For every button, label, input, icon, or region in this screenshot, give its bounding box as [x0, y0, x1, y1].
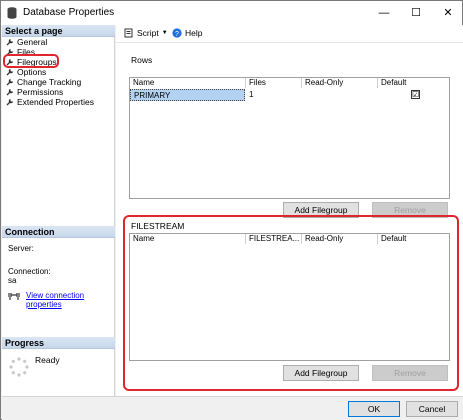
help-label: Help	[185, 28, 203, 38]
toolbar: Script ▼ ? Help	[116, 25, 463, 43]
progress-header: Progress	[2, 337, 115, 349]
view-connection-properties-link[interactable]: View connection properties	[26, 291, 114, 309]
nav-item-permissions[interactable]: Permissions	[6, 87, 63, 97]
rows-label: Rows	[131, 55, 153, 65]
dialog-footer: OK Cancel	[2, 396, 463, 420]
rows-grid[interactable]: Name Files Read-Only Default PRIMARY 1 ☑	[129, 77, 450, 199]
connection-icon	[8, 293, 20, 300]
nav-item-label: Extended Properties	[17, 97, 95, 107]
select-page-header: Select a page	[2, 25, 115, 37]
script-button[interactable]: Script ▼	[124, 28, 168, 38]
wrench-icon	[6, 88, 14, 96]
window-title: Database Properties	[23, 7, 115, 18]
cell-name[interactable]: PRIMARY	[130, 89, 245, 101]
maximize-button[interactable]: ☐	[405, 5, 427, 21]
filestream-highlight	[123, 215, 459, 391]
cancel-button[interactable]: Cancel	[406, 401, 458, 417]
left-pane: Select a page General Files Filegroups O…	[2, 25, 115, 396]
nav-item-label: Change Tracking	[17, 77, 82, 87]
svg-text:?: ?	[175, 31, 179, 38]
script-icon	[124, 28, 133, 38]
progress-status: Ready	[35, 355, 60, 365]
wrench-icon	[6, 98, 14, 106]
nav-item-label: Permissions	[17, 87, 64, 97]
chevron-down-icon[interactable]: ▼	[162, 30, 168, 36]
default-checkbox[interactable]: ☑	[411, 90, 420, 99]
connection-value: sa	[8, 276, 17, 285]
wrench-icon	[6, 38, 14, 46]
nav-item-change-tracking[interactable]: Change Tracking	[6, 77, 81, 87]
help-icon: ?	[172, 28, 182, 38]
database-properties-window: Database Properties — ☐ ✕ Select a page …	[0, 0, 463, 420]
nav-item-general[interactable]: General	[6, 37, 47, 47]
close-button[interactable]: ✕	[437, 5, 459, 21]
table-row[interactable]: PRIMARY 1 ☑	[130, 89, 449, 101]
column-header-read-only: Read-Only	[302, 78, 378, 88]
cell-files[interactable]: 1	[246, 89, 302, 101]
column-header-default: Default	[381, 78, 407, 87]
help-button[interactable]: ? Help	[172, 28, 202, 38]
title-bar: Database Properties — ☐ ✕	[1, 1, 462, 25]
wrench-icon	[6, 78, 14, 86]
server-label: Server:	[8, 244, 34, 253]
progress-spinner-icon	[9, 357, 29, 377]
filegroups-highlight	[3, 54, 59, 68]
connection-header: Connection	[2, 226, 115, 238]
connection-label: Connection:	[8, 267, 51, 276]
nav-item-label: Options	[17, 67, 47, 77]
rows-grid-header: Name Files Read-Only Default	[130, 78, 449, 88]
minimize-button[interactable]: —	[373, 5, 395, 21]
cell-read-only[interactable]	[302, 89, 378, 101]
column-header-files: Files	[246, 78, 302, 88]
ok-button[interactable]: OK	[348, 401, 400, 417]
wrench-icon	[6, 68, 14, 76]
script-label: Script	[137, 28, 159, 38]
nav-item-extended-properties[interactable]: Extended Properties	[6, 97, 94, 107]
nav-item-label: General	[17, 37, 48, 47]
column-header-name: Name	[130, 78, 246, 88]
database-icon	[7, 7, 17, 19]
nav-item-options[interactable]: Options	[6, 67, 46, 77]
